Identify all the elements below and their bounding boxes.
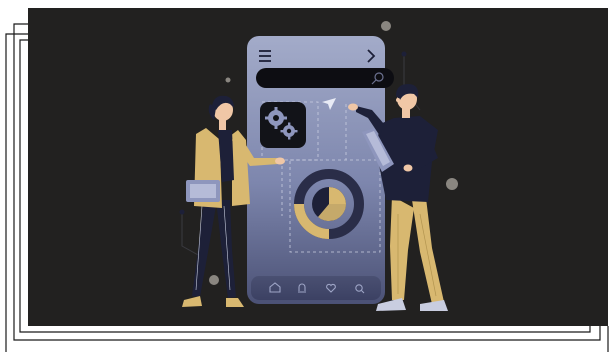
search-bar xyxy=(256,68,394,88)
settings-tile xyxy=(260,102,306,148)
phone-mockup xyxy=(247,36,394,304)
illustration-card xyxy=(0,0,612,353)
mobile-app-illustration xyxy=(179,21,458,311)
